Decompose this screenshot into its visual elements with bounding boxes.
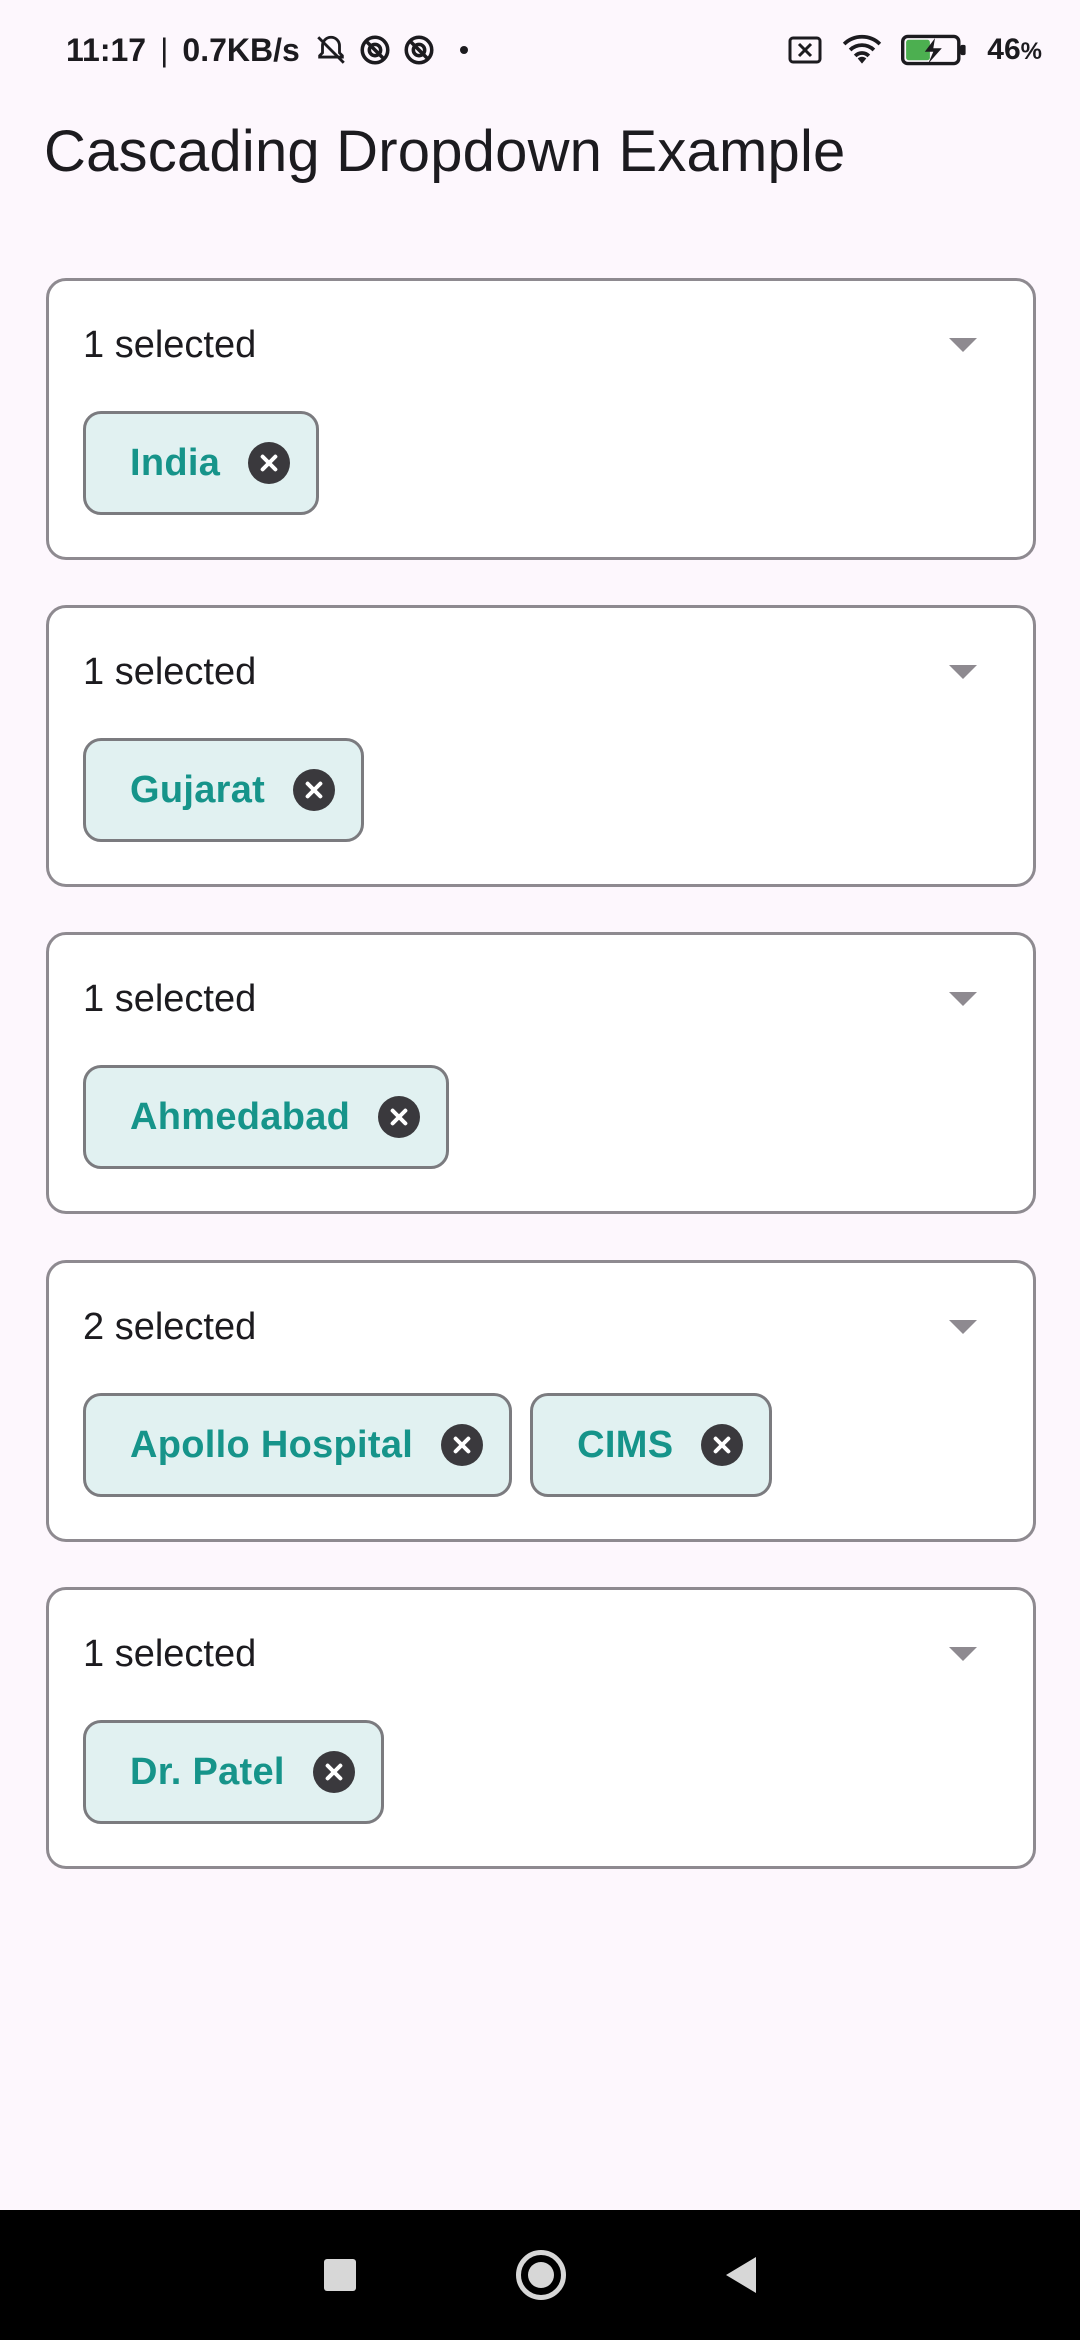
chip-label: Dr. Patel: [130, 1750, 285, 1793]
network-speed: 0.7KB/s: [182, 31, 300, 68]
home-icon[interactable]: [516, 2250, 566, 2300]
selected-count: 1 selected: [83, 323, 257, 366]
chevron-down-icon[interactable]: [949, 338, 977, 352]
chip: CIMS: [530, 1393, 773, 1497]
chevron-down-icon[interactable]: [949, 1647, 977, 1661]
close-icon[interactable]: [378, 1096, 421, 1138]
chip: Dr. Patel: [83, 1720, 384, 1824]
data-saver-icon: [404, 35, 434, 65]
dropdown-country[interactable]: 1 selected India: [46, 278, 1036, 560]
dropdown-header[interactable]: 2 selected: [83, 1297, 999, 1357]
muted-bell-icon: [317, 35, 345, 64]
chip-list: Ahmedabad: [83, 1065, 450, 1169]
dropdown-hospital[interactable]: 2 selected Apollo Hospital CIMS: [46, 1260, 1036, 1542]
chip: Apollo Hospital: [83, 1393, 513, 1497]
chip-list: India: [83, 411, 320, 515]
dropdown-state[interactable]: 1 selected Gujarat: [46, 605, 1036, 887]
status-time: 11:17: [66, 31, 147, 68]
chip-label: Ahmedabad: [130, 1095, 351, 1138]
close-icon[interactable]: [701, 1424, 744, 1466]
battery-unit: %: [1020, 38, 1042, 65]
battery-percentage: 46%: [987, 33, 1042, 67]
chip: Gujarat: [83, 738, 365, 842]
notification-dot-icon: [459, 46, 468, 54]
system-navigation-bar: [0, 2210, 1080, 2340]
dropdown-header[interactable]: 1 selected: [83, 315, 999, 375]
chip-list: Apollo Hospital CIMS: [83, 1393, 773, 1497]
status-separator: |: [160, 31, 169, 68]
sim-off-icon: [788, 36, 822, 64]
screen: 11:17 | 0.7KB/s 46% Cascading Dropdown E…: [0, 0, 1080, 2340]
selected-count: 1 selected: [83, 650, 257, 693]
chip-label: CIMS: [577, 1423, 674, 1466]
dropdown-header[interactable]: 1 selected: [83, 642, 999, 702]
selected-count: 1 selected: [83, 1632, 257, 1675]
page-title: Cascading Dropdown Example: [44, 119, 846, 184]
chip: India: [83, 411, 320, 515]
chip-label: India: [130, 441, 221, 484]
close-icon[interactable]: [248, 442, 291, 484]
status-left: 11:17 | 0.7KB/s: [66, 32, 468, 69]
battery-level: 46: [987, 33, 1021, 66]
chip-list: Dr. Patel: [83, 1720, 384, 1824]
dropdown-doctor[interactable]: 1 selected Dr. Patel: [46, 1587, 1036, 1869]
chip: Ahmedabad: [83, 1065, 450, 1169]
dropdown-header[interactable]: 1 selected: [83, 969, 999, 1029]
chevron-down-icon[interactable]: [949, 992, 977, 1006]
back-icon[interactable]: [726, 2257, 756, 2293]
close-icon[interactable]: [293, 769, 336, 811]
status-right: 46%: [787, 33, 1042, 67]
recent-apps-icon[interactable]: [324, 2259, 356, 2291]
selected-count: 1 selected: [83, 977, 257, 1020]
battery-charging-icon: [901, 34, 966, 66]
chip-label: Gujarat: [130, 768, 266, 811]
dropdown-header[interactable]: 1 selected: [83, 1624, 999, 1684]
close-icon[interactable]: [441, 1424, 484, 1466]
status-icons-left: [314, 33, 468, 67]
status-bar: 11:17 | 0.7KB/s 46%: [0, 0, 1080, 100]
chevron-down-icon[interactable]: [949, 665, 977, 679]
data-saver-icon: [360, 35, 390, 65]
dropdown-city[interactable]: 1 selected Ahmedabad: [46, 932, 1036, 1214]
close-icon[interactable]: [312, 1751, 355, 1793]
chip-label: Apollo Hospital: [130, 1423, 414, 1466]
selected-count: 2 selected: [83, 1305, 257, 1348]
wifi-icon: [843, 34, 882, 64]
chip-list: Gujarat: [83, 738, 365, 842]
chevron-down-icon[interactable]: [949, 1320, 977, 1334]
